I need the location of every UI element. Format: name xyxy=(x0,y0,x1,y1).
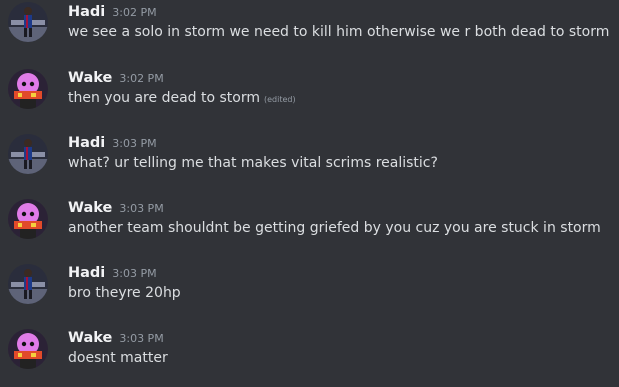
username[interactable]: Hadi xyxy=(68,265,105,281)
timestamp: 3:02 PM xyxy=(119,72,164,85)
message-header: Wake 3:03 PM xyxy=(68,197,164,217)
message-text: bro theyre 20hp xyxy=(68,283,181,303)
message-text: what? ur telling me that makes vital scr… xyxy=(68,153,438,173)
message-text: then you are dead to storm (edited) xyxy=(68,88,296,110)
user-avatar-hadi[interactable] xyxy=(8,2,48,42)
user-avatar-hadi[interactable] xyxy=(8,264,48,304)
timestamp: 3:03 PM xyxy=(112,137,157,150)
message-item: Wake 3:02 PM then you are dead to storm (e… xyxy=(0,67,619,127)
timestamp: 3:02 PM xyxy=(112,6,157,19)
user-avatar-hadi[interactable] xyxy=(8,134,48,174)
username[interactable]: Wake xyxy=(68,200,112,216)
message-content: then you are dead to storm xyxy=(68,90,260,106)
message-item: Hadi 3:03 PM what? ur telling me that mak… xyxy=(0,132,619,192)
username[interactable]: Wake xyxy=(68,330,112,346)
message-text: doesnt matter xyxy=(68,348,168,368)
message-header: Wake 3:03 PM xyxy=(68,327,164,347)
user-avatar-wake[interactable] xyxy=(8,199,48,239)
message-header: Hadi 3:02 PM xyxy=(68,1,157,21)
message-text: we see a solo in storm we need to kill h… xyxy=(68,22,609,42)
edited-label: (edited) xyxy=(263,95,296,104)
message-content: we see a solo in storm we need to kill h… xyxy=(68,24,610,40)
message-header: Hadi 3:03 PM xyxy=(68,132,157,152)
timestamp: 3:03 PM xyxy=(119,332,164,345)
user-avatar-wake[interactable] xyxy=(8,69,48,109)
timestamp: 3:03 PM xyxy=(112,267,157,280)
message-content: bro theyre 20hp xyxy=(68,285,181,301)
message-item: Wake 3:03 PM another team shouldnt be get… xyxy=(0,197,619,257)
message-header: Wake 3:02 PM xyxy=(68,67,164,87)
message-content: doesnt matter xyxy=(68,350,168,366)
user-avatar-wake[interactable] xyxy=(8,329,48,369)
username[interactable]: Hadi xyxy=(68,4,105,20)
username[interactable]: Hadi xyxy=(68,135,105,151)
message-item: Hadi 3:02 PM we see a solo in storm we ne… xyxy=(0,1,619,61)
username[interactable]: Wake xyxy=(68,70,112,86)
message-content: another team shouldnt be getting griefed… xyxy=(68,220,601,236)
message-content: what? ur telling me that makes vital scr… xyxy=(68,155,438,171)
message-text: another team shouldnt be getting griefed… xyxy=(68,218,601,238)
message-item: Hadi 3:03 PM bro theyre 20hp xyxy=(0,262,619,322)
message-item: Wake 3:03 PM doesnt matter xyxy=(0,327,619,387)
message-header: Hadi 3:03 PM xyxy=(68,262,157,282)
timestamp: 3:03 PM xyxy=(119,202,164,215)
